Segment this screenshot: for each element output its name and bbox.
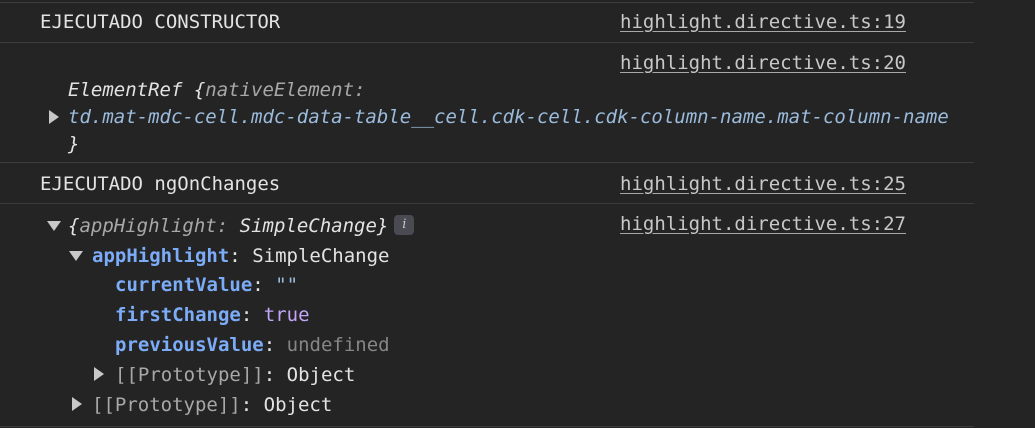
property-separator: : xyxy=(252,274,264,296)
property-key: nativeElement xyxy=(205,79,355,101)
tree-row-firstchange: firstChange: true xyxy=(115,302,310,328)
message-divider xyxy=(0,162,974,163)
source-link[interactable]: highlight.directive.ts:20 xyxy=(620,50,906,76)
open-brace: { xyxy=(193,79,206,101)
expand-triangle-icon[interactable] xyxy=(49,110,59,124)
message-text: EJECUTADO ngOnChanges xyxy=(40,173,281,195)
property-separator: : xyxy=(263,334,276,356)
property-key: appHighlight xyxy=(92,245,230,267)
preview-key: appHighlight xyxy=(79,215,217,237)
property-value: undefined xyxy=(286,334,390,356)
close-brace: } xyxy=(376,215,389,237)
close-brace: } xyxy=(68,133,80,155)
preview-colon: : xyxy=(216,215,229,237)
property-value: Object xyxy=(286,364,356,386)
property-value: SimpleChange xyxy=(252,245,390,267)
class-name: ElementRef xyxy=(68,79,183,101)
tree-row-currentvalue: currentValue: "" xyxy=(115,272,298,298)
property-key: [[Prototype]] xyxy=(92,394,241,416)
message-divider xyxy=(0,426,974,427)
tree-row-previousvalue: previousValue: undefined xyxy=(115,332,390,358)
object-preview-header[interactable]: {appHighlight: SimpleChange} i xyxy=(68,213,415,239)
property-value: "" xyxy=(275,274,299,296)
property-separator: : xyxy=(229,245,241,267)
tree-row-apphighlight[interactable]: appHighlight: SimpleChange xyxy=(92,243,389,269)
source-link[interactable]: highlight.directive.ts:19 xyxy=(620,9,906,35)
collapse-triangle-icon[interactable] xyxy=(69,251,83,261)
property-key: currentValue xyxy=(115,274,253,296)
property-colon: : xyxy=(354,79,366,101)
info-icon[interactable]: i xyxy=(394,214,415,235)
message-divider xyxy=(0,2,974,3)
tree-row-prototype-inner[interactable]: [[Prototype]]: Object xyxy=(115,362,355,388)
open-brace: { xyxy=(68,215,80,237)
tree-row-prototype-outer[interactable]: [[Prototype]]: Object xyxy=(92,392,332,418)
property-separator: : xyxy=(240,394,253,416)
property-key: previousValue xyxy=(115,334,264,356)
object-preview-header: ElementRef {nativeElement: xyxy=(68,77,365,103)
property-key: [[Prototype]] xyxy=(115,364,264,386)
expand-triangle-icon[interactable] xyxy=(72,397,82,411)
message-divider xyxy=(0,203,974,204)
property-key: firstChange xyxy=(115,304,241,326)
property-value: true xyxy=(263,304,310,326)
message-text: EJECUTADO CONSTRUCTOR xyxy=(40,11,281,33)
source-link[interactable]: highlight.directive.ts:27 xyxy=(620,211,906,237)
source-link[interactable]: highlight.directive.ts:25 xyxy=(620,171,906,197)
collapse-triangle-icon[interactable] xyxy=(47,221,61,231)
preview-type: SimpleChange xyxy=(239,215,377,237)
expand-triangle-icon[interactable] xyxy=(94,367,104,381)
devtools-console: EJECUTADO CONSTRUCTOR highlight.directiv… xyxy=(0,0,1035,428)
property-separator: : xyxy=(240,304,253,326)
message-divider xyxy=(0,42,974,43)
property-separator: : xyxy=(263,364,276,386)
property-value: Object xyxy=(263,394,333,416)
native-element-value[interactable]: td.mat-mdc-cell.mdc-data-table__cell.cdk… xyxy=(68,104,949,130)
